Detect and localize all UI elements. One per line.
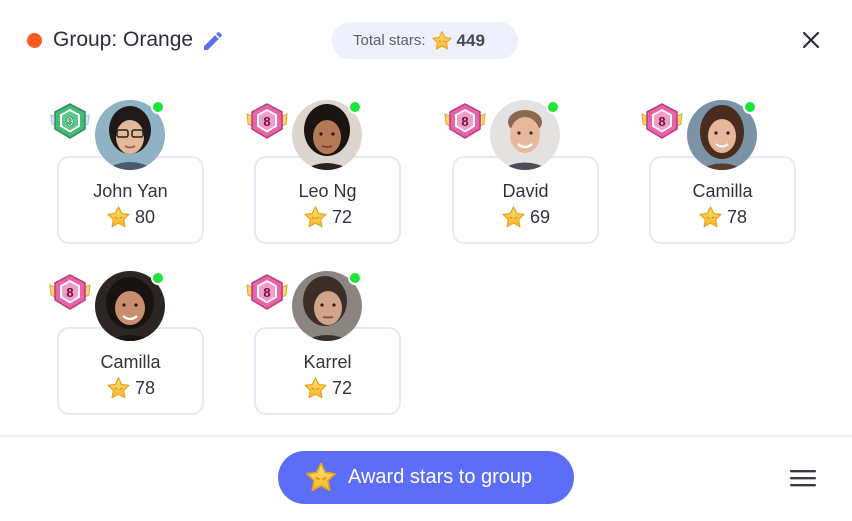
star-icon <box>431 30 453 52</box>
star-icon <box>501 205 526 230</box>
star-icon <box>303 205 328 230</box>
level-badge-number: 8 <box>66 285 73 300</box>
student-stars: 78 <box>649 205 796 230</box>
level-badge-icon: 8 <box>443 102 487 140</box>
level-badge-icon: 8 <box>48 273 92 311</box>
level-badge-icon: 9 <box>48 102 92 140</box>
total-stars-value: 449 <box>456 30 485 50</box>
level-badge-number: 8 <box>658 114 665 129</box>
student-name: John Yan <box>93 181 168 201</box>
star-icon <box>106 205 131 230</box>
student-name: David <box>502 181 549 201</box>
online-status-dot <box>743 100 757 114</box>
student-star-count: 78 <box>134 378 156 398</box>
level-badge-icon: 8 <box>245 273 289 311</box>
student-card[interactable]: 8 Karrel 72 <box>245 271 401 431</box>
student-stars: 72 <box>254 205 401 230</box>
student-card[interactable]: 8 Leo Ng 72 <box>245 100 401 260</box>
student-name: Leo Ng <box>298 181 357 201</box>
pencil-icon[interactable] <box>201 29 225 53</box>
level-badge-icon: 8 <box>640 102 684 140</box>
level-badge-number: 8 <box>461 114 468 129</box>
total-stars-label: Total stars: <box>353 32 426 49</box>
student-card[interactable]: 8 David 69 <box>443 100 599 260</box>
student-star-count: 78 <box>726 207 748 227</box>
group-title: Group: Orange <box>53 28 194 51</box>
group-color-dot <box>27 33 42 48</box>
group-header: Group: Orange Total stars: 449 <box>0 0 852 82</box>
star-icon <box>698 205 723 230</box>
star-icon <box>106 376 131 401</box>
close-icon[interactable] <box>799 28 823 52</box>
student-stars: 69 <box>452 205 599 230</box>
student-card[interactable]: 8 Camilla 78 <box>48 271 204 431</box>
online-status-dot <box>151 271 165 285</box>
award-stars-button[interactable]: Award stars to group <box>278 451 574 504</box>
student-card[interactable]: 9 John Yan 80 <box>48 100 204 260</box>
award-stars-label: Award stars to group <box>348 466 533 488</box>
online-status-dot <box>348 100 362 114</box>
student-stars: 78 <box>57 376 204 401</box>
student-name: Camilla <box>692 181 753 201</box>
student-name: Camilla <box>100 352 161 372</box>
student-star-count: 72 <box>331 207 353 227</box>
online-status-dot <box>546 100 560 114</box>
level-badge-number: 8 <box>263 114 270 129</box>
online-status-dot <box>348 271 362 285</box>
level-badge-icon: 8 <box>245 102 289 140</box>
hamburger-menu-icon[interactable] <box>790 468 816 488</box>
student-star-count: 72 <box>331 378 353 398</box>
footer-divider <box>0 435 852 437</box>
student-star-count: 80 <box>134 207 156 227</box>
star-icon <box>304 461 338 495</box>
level-badge-number: 9 <box>66 114 73 129</box>
student-card[interactable]: 8 Camilla 78 <box>640 100 796 260</box>
level-badge-number: 8 <box>263 285 270 300</box>
star-icon <box>303 376 328 401</box>
student-star-count: 69 <box>529 207 551 227</box>
student-stars: 80 <box>57 205 204 230</box>
student-name: Karrel <box>303 352 352 372</box>
student-stars: 72 <box>254 376 401 401</box>
total-stars-pill: Total stars: 449 <box>332 22 518 59</box>
online-status-dot <box>151 100 165 114</box>
